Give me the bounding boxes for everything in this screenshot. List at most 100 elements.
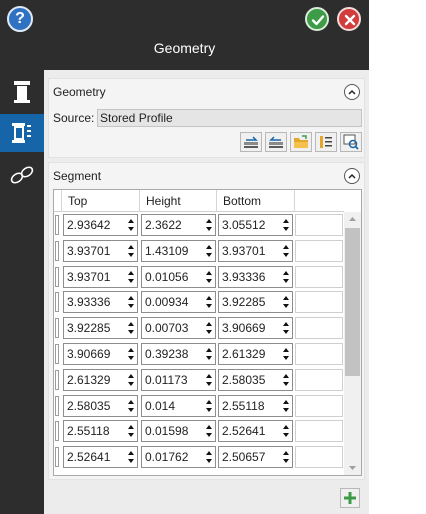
table-row[interactable]: 2.93642 2.3622 3.05512 [54,212,344,238]
bottom-field[interactable]: 2.61329 [218,343,293,365]
spinner-arrows-icon[interactable] [282,423,290,439]
spinner-arrows-icon[interactable] [205,372,213,388]
table-row[interactable]: 2.52641 0.01762 2.50657 [54,444,344,470]
height-field[interactable]: 0.01598 [141,420,216,443]
row-selector[interactable] [55,240,59,261]
spinner-arrows[interactable] [205,423,213,439]
spinner-arrows-icon[interactable] [282,243,290,259]
spinner-arrows[interactable] [127,294,135,310]
spinner-arrows[interactable] [205,269,213,285]
top-field[interactable]: 2.61329 [63,368,138,391]
table-row[interactable]: 3.90669 0.39238 2.61329 [54,341,344,367]
row-selector[interactable] [55,292,59,313]
help-button[interactable]: ? [7,6,33,32]
spinner-arrows[interactable] [127,372,135,388]
top-field[interactable]: 2.52641 [63,446,138,469]
spinner-arrows-icon[interactable] [127,372,135,388]
table-row[interactable]: 3.92285 0.00703 3.90669 [54,315,344,341]
height-field[interactable]: 0.01056 [141,265,216,288]
spinner-arrows-icon[interactable] [127,269,135,285]
spinner-arrows-icon[interactable] [282,217,290,233]
spinner-arrows-icon[interactable] [282,320,290,336]
bottom-field[interactable]: 2.52641 [218,420,293,443]
row-selector[interactable] [55,395,59,416]
export-profile-button[interactable] [265,132,287,152]
spinner-arrows-icon[interactable] [282,346,290,362]
spinner-arrows-icon[interactable] [205,398,213,414]
ok-button[interactable] [305,7,329,31]
spinner-arrows-icon[interactable] [205,294,213,310]
spinner-arrows-icon[interactable] [282,398,290,414]
top-field[interactable]: 3.93701 [63,265,138,288]
source-field[interactable]: Stored Profile [97,109,362,127]
scrollbar-thumb[interactable] [345,228,360,376]
table-row[interactable]: 3.93336 0.00934 3.92285 [54,289,344,315]
spinner-arrows[interactable] [127,398,135,414]
table-row[interactable]: 2.55118 0.01598 2.52641 [54,418,344,444]
spinner-arrows[interactable] [205,372,213,388]
bottom-field[interactable]: 3.92285 [218,291,293,314]
spinner-arrows-icon[interactable] [205,243,213,259]
spinner-arrows[interactable] [282,269,290,285]
spinner-arrows[interactable] [205,294,213,310]
top-field[interactable]: 2.58035 [63,394,138,417]
bottom-field[interactable]: 3.93701 [218,239,293,262]
height-field[interactable]: 0.00934 [141,291,216,314]
spinner-arrows-icon[interactable] [205,269,213,285]
spinner-arrows[interactable] [282,398,290,414]
import-profile-button[interactable] [240,132,262,152]
collapse-segment-button[interactable] [344,168,360,184]
height-field[interactable]: 0.014 [141,394,216,417]
preview-button[interactable] [340,132,362,152]
spinner-arrows[interactable] [205,243,213,259]
row-selector[interactable] [55,318,59,339]
vertical-scrollbar[interactable] [344,212,361,475]
spinner-arrows-icon[interactable] [205,423,213,439]
row-selector[interactable] [55,447,59,468]
spinner-arrows[interactable] [205,320,213,336]
row-selector[interactable] [55,266,59,287]
scroll-down-icon[interactable] [348,465,357,471]
top-field[interactable]: 3.92285 [63,317,138,340]
spinner-arrows-icon[interactable] [127,243,135,259]
bottom-field[interactable]: 3.90669 [218,317,293,340]
spinner-arrows-icon[interactable] [205,346,213,362]
open-folder-button[interactable] [290,132,312,152]
top-field[interactable]: 2.55118 [63,420,138,443]
table-settings-button[interactable] [315,132,337,152]
spinner-arrows[interactable] [127,449,135,465]
spinner-arrows[interactable] [282,217,290,233]
spinner-arrows-icon[interactable] [127,320,135,336]
table-row[interactable]: 3.93701 1.43109 3.93701 [54,238,344,264]
spinner-arrows[interactable] [127,346,135,362]
bottom-field[interactable]: 3.93336 [218,265,293,288]
spinner-arrows[interactable] [282,243,290,259]
height-field[interactable]: 0.00703 [141,317,216,340]
tab-connection[interactable] [0,156,44,194]
height-field[interactable]: 0.39238 [141,343,216,365]
spinner-arrows[interactable] [127,423,135,439]
spinner-arrows-icon[interactable] [282,294,290,310]
top-field[interactable]: 3.90669 [63,343,138,365]
height-field[interactable]: 0.01173 [141,368,216,391]
spinner-arrows[interactable] [127,269,135,285]
scroll-up-icon[interactable] [348,216,357,222]
spinner-arrows-icon[interactable] [282,269,290,285]
bottom-field[interactable]: 2.55118 [218,394,293,417]
spinner-arrows[interactable] [205,346,213,362]
spinner-arrows-icon[interactable] [205,449,213,465]
top-field[interactable]: 2.93642 [63,214,138,236]
spinner-arrows[interactable] [282,449,290,465]
row-selector[interactable] [55,215,59,235]
spinner-arrows-icon[interactable] [127,449,135,465]
collapse-geometry-button[interactable] [344,84,360,100]
spinner-arrows-icon[interactable] [282,449,290,465]
height-field[interactable]: 0.01762 [141,446,216,469]
table-row[interactable]: 2.58035 0.014 2.55118 [54,393,344,419]
spinner-arrows[interactable] [127,217,135,233]
bottom-field[interactable]: 3.05512 [218,214,293,236]
spinner-arrows-icon[interactable] [127,423,135,439]
row-selector[interactable] [55,344,59,364]
spinner-arrows[interactable] [205,217,213,233]
spinner-arrows[interactable] [282,346,290,362]
